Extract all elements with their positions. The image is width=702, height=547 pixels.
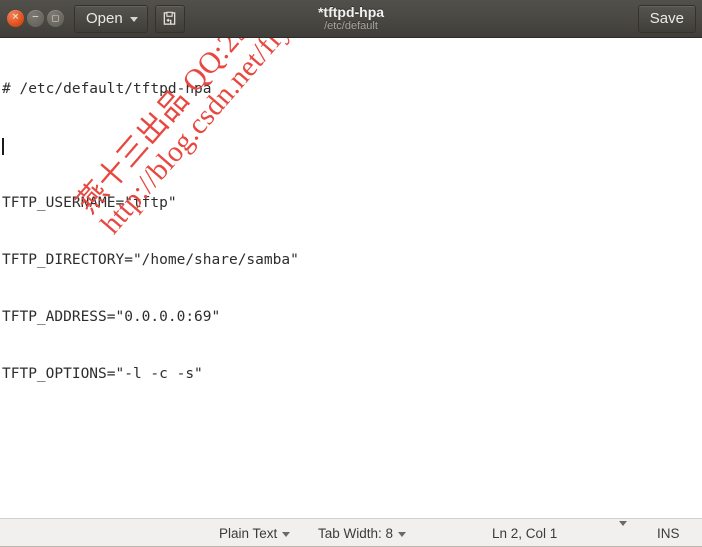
text-editor-area[interactable]: # /etc/default/tftpd-hpa TFTP_USERNAME="… <box>0 38 702 518</box>
close-window-button[interactable]: ✕ <box>7 10 24 27</box>
language-selector[interactable]: Plain Text <box>219 525 291 541</box>
page-title: *tftpd-hpa <box>317 4 385 20</box>
title-bar-right: Save <box>637 4 696 33</box>
save-button-label: Save <box>649 10 684 27</box>
chevron-down-icon <box>282 531 291 537</box>
title-bar: ✕ ─ □ Open *tftpd-hpa /etc/default Save <box>0 0 702 38</box>
gedit-window: ✕ ─ □ Open *tftpd-hpa /etc/default Save … <box>0 0 702 547</box>
status-bar: Plain Text Tab Width: 8 Ln 2, Col 1 INS <box>0 518 702 547</box>
maximize-window-button[interactable]: □ <box>47 10 64 27</box>
minimize-icon: ─ <box>32 12 39 23</box>
chevron-down-icon <box>398 531 407 537</box>
minimize-window-button[interactable]: ─ <box>27 10 44 27</box>
open-button-label: Open <box>86 10 123 27</box>
close-icon: ✕ <box>11 12 20 23</box>
code-line: TFTP_OPTIONS="-l -c -s" <box>2 366 203 382</box>
chevron-down-icon <box>619 520 627 541</box>
code-line: TFTP_DIRECTORY="/home/share/samba" <box>2 252 299 268</box>
new-document-icon <box>163 11 176 25</box>
save-button[interactable]: Save <box>637 4 696 33</box>
window-controls: ✕ ─ □ <box>4 10 64 27</box>
insert-mode-label: INS <box>657 525 680 541</box>
maximize-icon: □ <box>51 13 60 22</box>
file-path-subtitle: /etc/default <box>324 20 378 32</box>
language-label: Plain Text <box>219 525 278 541</box>
code-line: TFTP_USERNAME="tftp" <box>2 195 177 211</box>
code-line <box>2 137 702 156</box>
cursor-position-label: Ln 2, Col 1 <box>492 525 558 541</box>
new-document-button[interactable] <box>154 4 185 33</box>
tab-width-label: Tab Width: 8 <box>318 525 394 541</box>
tab-width-selector[interactable]: Tab Width: 8 <box>318 525 407 541</box>
open-button[interactable]: Open <box>74 4 148 33</box>
code-line: TFTP_ADDRESS="0.0.0.0:69" <box>2 309 221 325</box>
code-line: # /etc/default/tftpd-hpa <box>2 81 212 97</box>
cursor-position-dropdown[interactable] <box>619 520 627 541</box>
text-cursor <box>2 138 4 155</box>
chevron-down-icon <box>129 17 138 22</box>
document-text[interactable]: # /etc/default/tftpd-hpa TFTP_USERNAME="… <box>0 38 702 422</box>
